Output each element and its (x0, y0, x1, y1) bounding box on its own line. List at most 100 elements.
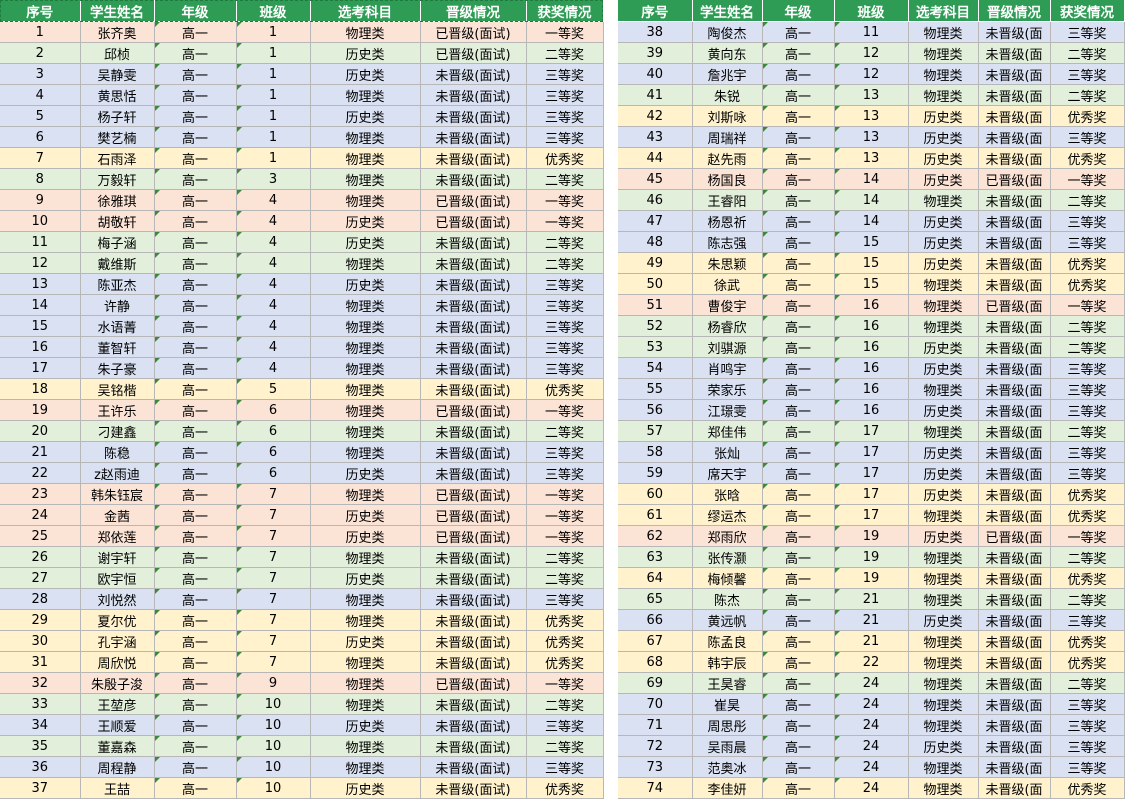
cell-promotion[interactable]: 未晋级(面试) (420, 336, 527, 358)
cell-index[interactable]: 39 (618, 42, 693, 64)
cell-promotion[interactable]: 未晋级(面试) (420, 441, 527, 463)
cell-promotion[interactable]: 未晋级(面试) (420, 252, 527, 274)
cell-student-name[interactable]: 郑雨欣 (692, 525, 763, 547)
cell-award[interactable]: 一等奖 (1050, 294, 1125, 316)
cell-award[interactable]: 三等奖 (1050, 378, 1125, 400)
cell-grade[interactable]: 高一 (762, 231, 835, 253)
cell-class[interactable]: 17 (834, 420, 909, 442)
cell-index[interactable]: 3 (0, 63, 81, 85)
cell-index[interactable]: 64 (618, 567, 693, 589)
cell-subject[interactable]: 物理类 (908, 714, 979, 736)
cell-grade[interactable]: 高一 (762, 315, 835, 337)
cell-promotion[interactable]: 已晋级(面试) (420, 189, 527, 211)
cell-grade[interactable]: 高一 (762, 168, 835, 190)
cell-subject[interactable]: 物理类 (310, 357, 421, 379)
cell-award[interactable]: 一等奖 (526, 525, 604, 547)
cell-student-name[interactable]: 梅子涵 (80, 231, 155, 253)
cell-class[interactable]: 12 (834, 42, 909, 64)
cell-subject[interactable]: 物理类 (310, 546, 421, 568)
cell-student-name[interactable]: 徐武 (692, 273, 763, 295)
cell-promotion[interactable]: 未晋级(面 (978, 504, 1051, 526)
cell-class[interactable]: 15 (834, 231, 909, 253)
cell-grade[interactable]: 高一 (154, 420, 237, 442)
cell-student-name[interactable]: 陶俊杰 (692, 21, 763, 43)
cell-subject[interactable]: 物理类 (310, 693, 421, 715)
cell-subject[interactable]: 历史类 (310, 714, 421, 736)
cell-subject[interactable]: 历史类 (908, 168, 979, 190)
cell-subject[interactable]: 历史类 (908, 126, 979, 148)
cell-promotion[interactable]: 未晋级(面 (978, 189, 1051, 211)
cell-class[interactable]: 7 (236, 609, 311, 631)
cell-award[interactable]: 三等奖 (526, 588, 604, 610)
cell-award[interactable]: 三等奖 (1050, 357, 1125, 379)
cell-subject[interactable]: 历史类 (908, 735, 979, 757)
cell-subject[interactable]: 物理类 (310, 441, 421, 463)
cell-index[interactable]: 47 (618, 210, 693, 232)
cell-student-name[interactable]: 石雨泽 (80, 147, 155, 169)
cell-student-name[interactable]: 吴静雯 (80, 63, 155, 85)
cell-index[interactable]: 32 (0, 672, 81, 694)
cell-class[interactable]: 10 (236, 714, 311, 736)
cell-student-name[interactable]: 董嘉森 (80, 735, 155, 757)
cell-subject[interactable]: 历史类 (908, 147, 979, 169)
cell-student-name[interactable]: 周思彤 (692, 714, 763, 736)
cell-class[interactable]: 10 (236, 693, 311, 715)
cell-award[interactable]: 优秀奖 (1050, 483, 1125, 505)
cell-award[interactable]: 三等奖 (1050, 756, 1125, 778)
cell-promotion[interactable]: 未晋级(面试) (420, 105, 527, 127)
cell-award[interactable]: 一等奖 (1050, 525, 1125, 547)
cell-index[interactable]: 20 (0, 420, 81, 442)
cell-grade[interactable]: 高一 (154, 525, 237, 547)
cell-student-name[interactable]: 黄远帆 (692, 609, 763, 631)
cell-award[interactable]: 三等奖 (526, 315, 604, 337)
cell-grade[interactable]: 高一 (154, 105, 237, 127)
cell-index[interactable]: 40 (618, 63, 693, 85)
cell-promotion[interactable]: 未晋级(面试) (420, 420, 527, 442)
cell-index[interactable]: 61 (618, 504, 693, 526)
cell-promotion[interactable]: 未晋级(面试) (420, 693, 527, 715)
cell-promotion[interactable]: 未晋级(面 (978, 483, 1051, 505)
cell-award[interactable]: 优秀奖 (1050, 567, 1125, 589)
cell-student-name[interactable]: 张灿 (692, 441, 763, 463)
cell-class[interactable]: 7 (236, 546, 311, 568)
cell-class[interactable]: 10 (236, 756, 311, 778)
cell-student-name[interactable]: 黄向东 (692, 42, 763, 64)
cell-index[interactable]: 63 (618, 546, 693, 568)
cell-grade[interactable]: 高一 (154, 651, 237, 673)
cell-subject[interactable]: 物理类 (908, 21, 979, 43)
cell-student-name[interactable]: 胡敬轩 (80, 210, 155, 232)
cell-grade[interactable]: 高一 (762, 126, 835, 148)
cell-subject[interactable]: 历史类 (310, 525, 421, 547)
cell-award[interactable]: 一等奖 (526, 21, 604, 43)
cell-class[interactable]: 5 (236, 378, 311, 400)
cell-subject[interactable]: 物理类 (908, 84, 979, 106)
cell-student-name[interactable]: 朱锐 (692, 84, 763, 106)
cell-student-name[interactable]: 戴维斯 (80, 252, 155, 274)
cell-index[interactable]: 26 (0, 546, 81, 568)
cell-student-name[interactable]: 肖鸣宇 (692, 357, 763, 379)
cell-promotion[interactable]: 已晋级(面试) (420, 672, 527, 694)
cell-subject[interactable]: 历史类 (310, 273, 421, 295)
cell-class[interactable]: 7 (236, 630, 311, 652)
cell-student-name[interactable]: 许静 (80, 294, 155, 316)
cell-promotion[interactable]: 未晋级(面试) (420, 735, 527, 757)
cell-award[interactable]: 三等奖 (1050, 231, 1125, 253)
cell-grade[interactable]: 高一 (762, 189, 835, 211)
cell-award[interactable]: 三等奖 (526, 357, 604, 379)
cell-subject[interactable]: 历史类 (310, 42, 421, 64)
cell-promotion[interactable]: 未晋级(面 (978, 420, 1051, 442)
cell-promotion[interactable]: 已晋级(面 (978, 294, 1051, 316)
cell-index[interactable]: 68 (618, 651, 693, 673)
cell-class[interactable]: 9 (236, 672, 311, 694)
cell-award[interactable]: 二等奖 (1050, 189, 1125, 211)
cell-class[interactable]: 4 (236, 210, 311, 232)
cell-grade[interactable]: 高一 (154, 546, 237, 568)
cell-subject[interactable]: 物理类 (908, 630, 979, 652)
cell-subject[interactable]: 历史类 (908, 399, 979, 421)
header-cell-subject[interactable]: 选考科目 (908, 0, 979, 22)
cell-award[interactable]: 三等奖 (1050, 714, 1125, 736)
cell-class[interactable]: 7 (236, 588, 311, 610)
cell-class[interactable]: 22 (834, 651, 909, 673)
spreadsheet-grid[interactable]: 序号 学生姓名 年级 班级 选考科目 晋级情况 获奖情况 1 张齐奥 高一 1 物理类已… (0, 0, 1127, 803)
cell-index[interactable]: 60 (618, 483, 693, 505)
